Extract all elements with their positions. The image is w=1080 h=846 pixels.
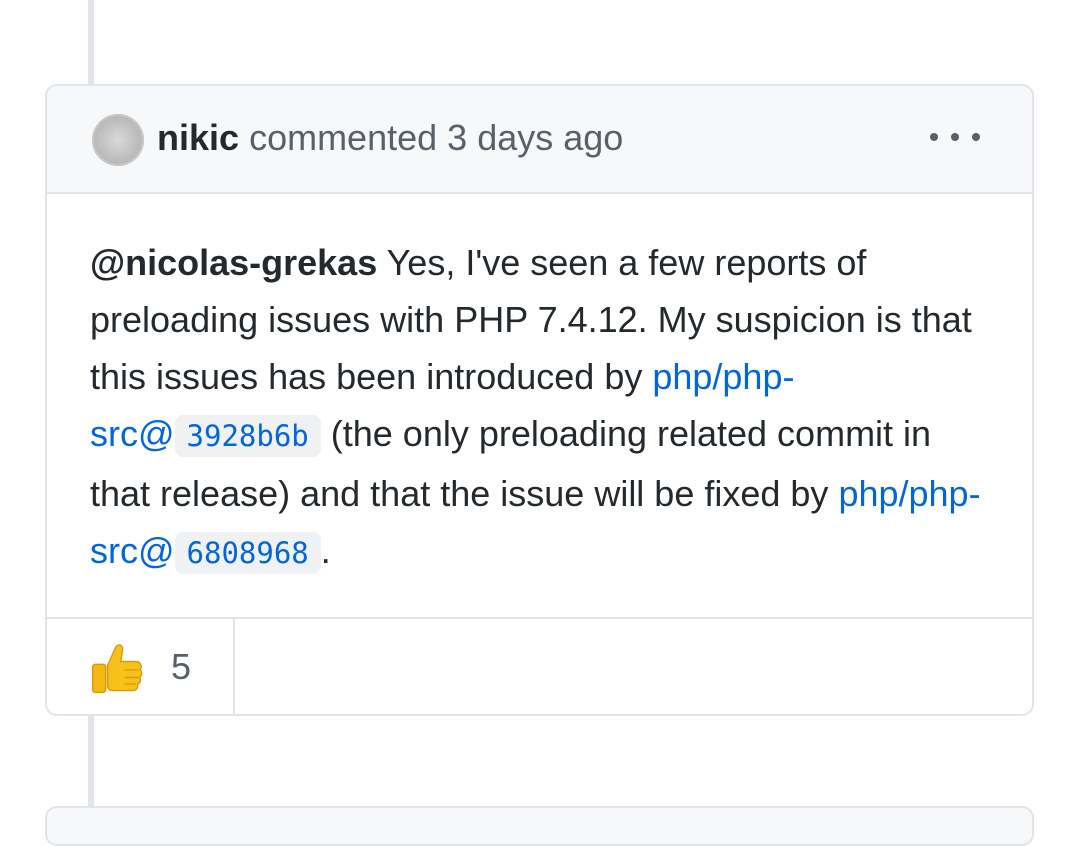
comment-header-text: nikic commented 3 days ago bbox=[157, 114, 623, 162]
comment-card: nikic commented 3 days ago @nicolas-grek… bbox=[45, 84, 1034, 716]
avatar[interactable] bbox=[92, 114, 144, 166]
comment-body: @nicolas-grekas Yes, I've seen a few rep… bbox=[90, 234, 990, 582]
more-options-icon[interactable] bbox=[930, 122, 980, 152]
comment-action: commented bbox=[249, 117, 438, 158]
thumbs-up-icon bbox=[91, 644, 143, 694]
user-mention[interactable]: @nicolas-grekas bbox=[90, 242, 377, 283]
kebab-dot bbox=[972, 133, 980, 141]
next-comment-card bbox=[45, 806, 1034, 846]
commit-sha-link[interactable]: 3928b6b bbox=[174, 415, 321, 457]
comment-timestamp[interactable]: 3 days ago bbox=[447, 117, 623, 158]
kebab-dot bbox=[951, 133, 959, 141]
kebab-dot bbox=[930, 133, 938, 141]
body-text: . bbox=[320, 530, 331, 571]
author-link[interactable]: nikic bbox=[157, 117, 239, 158]
reactions-bar: 5 bbox=[47, 617, 1032, 714]
commit-sha-link[interactable]: 6808968 bbox=[174, 532, 321, 574]
comment-header: nikic commented 3 days ago bbox=[47, 86, 1032, 194]
reaction-count: 5 bbox=[171, 646, 192, 687]
reaction-thumbs-up-button[interactable]: 5 bbox=[47, 619, 235, 714]
